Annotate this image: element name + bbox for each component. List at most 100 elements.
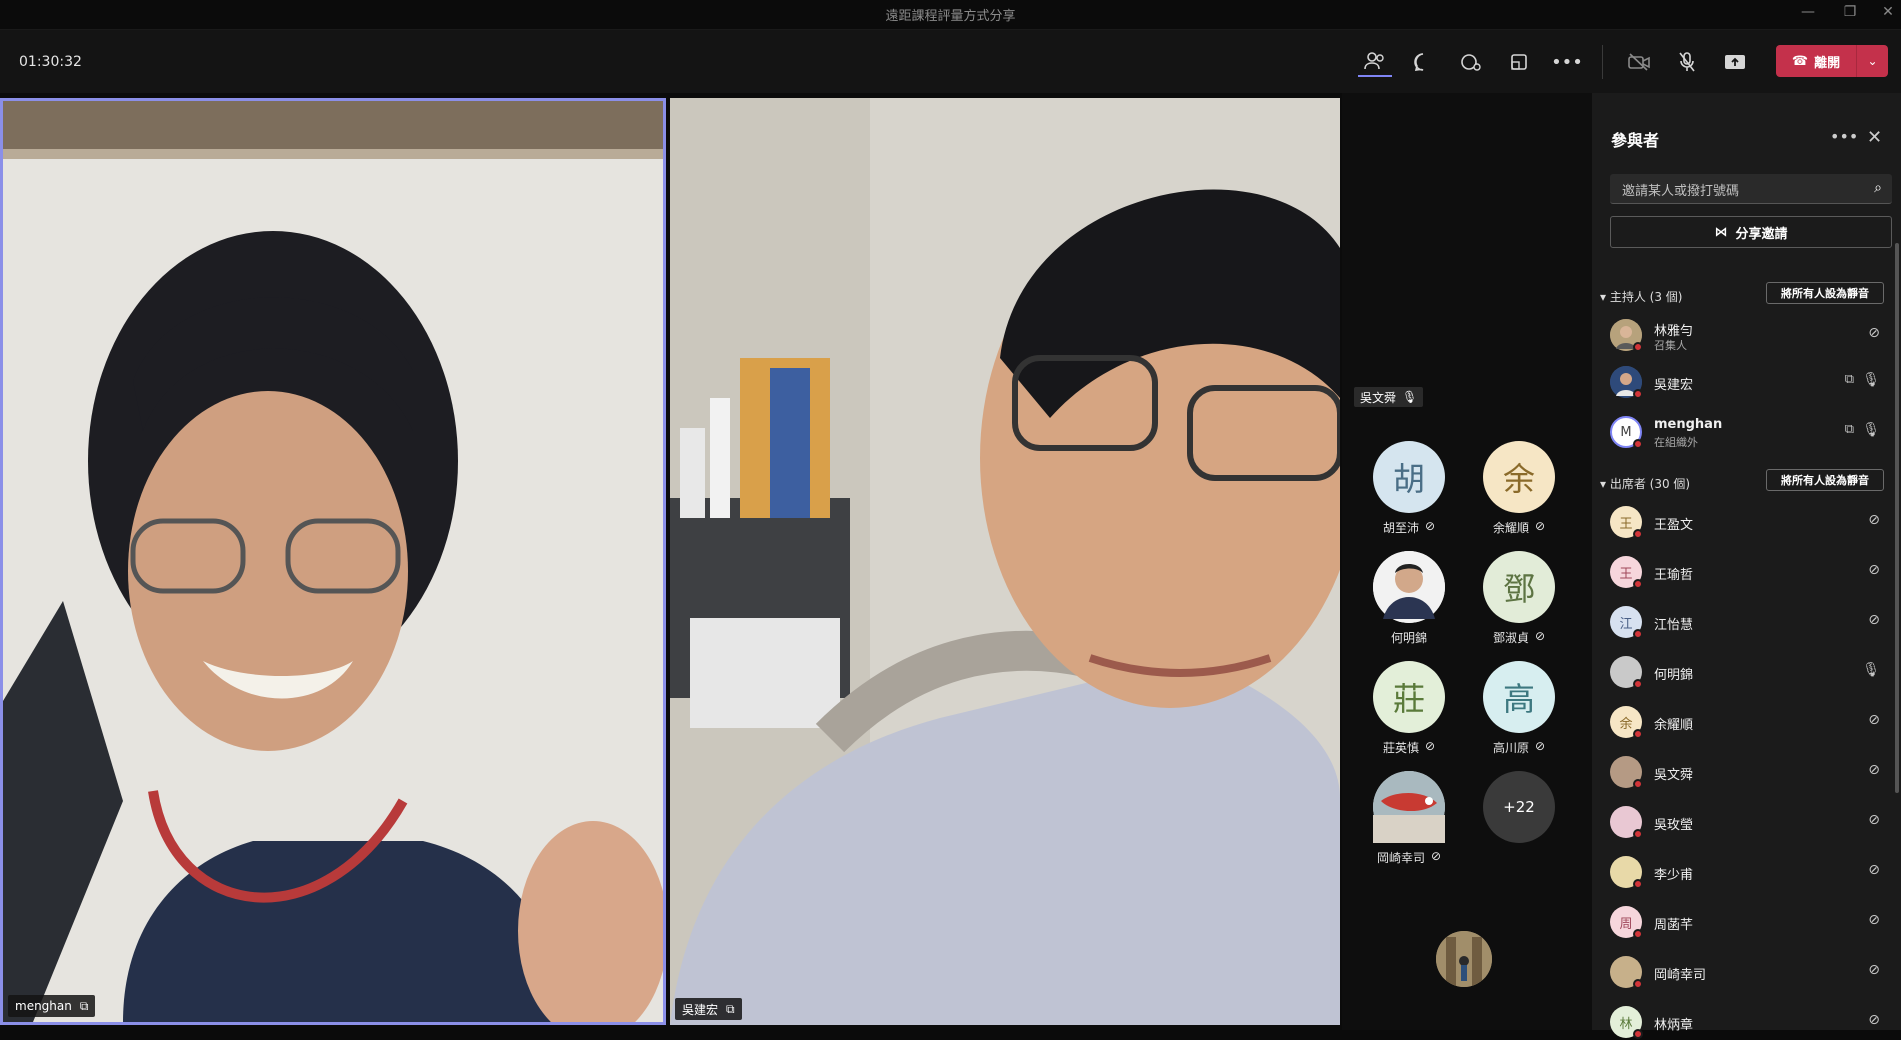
camera-off-icon[interactable] <box>1622 47 1656 77</box>
gallery-tile[interactable]: 高 高川原 ⊘ <box>1469 661 1569 756</box>
self-view-avatar[interactable] <box>1436 931 1492 987</box>
share-invite-button[interactable]: ⋈ 分享邀請 <box>1610 216 1892 248</box>
panel-title: 參與者 <box>1611 131 1660 150</box>
avatar: 高 <box>1483 661 1555 733</box>
overflow-count: +22 <box>1483 771 1555 843</box>
minimize-icon[interactable]: — <box>1793 4 1823 20</box>
mic-muted-icon[interactable]: ⊘ <box>1868 912 1880 928</box>
participant-name: 吳文舜 <box>1654 768 1694 783</box>
reactions-icon[interactable] <box>1454 47 1488 77</box>
participant-nametag: menghan ⧉ <box>8 995 96 1017</box>
participant-row[interactable]: 吳玫瑩 ⊘ <box>1610 804 1880 840</box>
spotlight-nametag: 吳文舜 🎙 <box>1354 387 1424 407</box>
mic-muted-icon[interactable]: ⊘ <box>1868 812 1880 828</box>
status-dot <box>1633 679 1643 689</box>
panel-close-icon[interactable]: ✕ <box>1867 127 1882 148</box>
attendees-label: 出席者 (30 個) <box>1609 477 1691 491</box>
tile-name: 何明錦 <box>1390 631 1427 645</box>
avatar-photo <box>1373 551 1445 623</box>
participant-name: menghan <box>15 999 72 1013</box>
mic-on-icon[interactable]: 🎙 <box>1862 662 1880 678</box>
spotlight-name: 吳文舜 <box>1360 390 1397 405</box>
mic-on-icon[interactable]: 🎙 <box>1862 422 1880 438</box>
participant-row[interactable]: 吳建宏 ⧉ 🎙 <box>1610 364 1880 400</box>
invite-search-input[interactable]: 邀請某人或撥打號碼 ⌕ <box>1610 174 1892 204</box>
tile-name: 岡崎幸司 <box>1376 851 1425 865</box>
leave-options-chevron-icon[interactable]: ⌄ <box>1856 45 1888 77</box>
share-label: 分享邀請 <box>1735 226 1788 242</box>
meeting-toolbar: 01:30:32 ••• ☎ 離開 ⌄ <box>0 30 1901 93</box>
attendees-section-header[interactable]: ▾ 出席者 (30 個) <box>1600 475 1690 492</box>
tile-name: 鄧淑貞 <box>1492 631 1529 645</box>
mic-on-icon[interactable]: 🎙 <box>1862 372 1880 388</box>
participant-row[interactable]: 李少甫 ⊘ <box>1610 854 1880 890</box>
mic-muted-icon[interactable]: ⊘ <box>1868 862 1880 878</box>
window-titlebar: 遠距課程評量方式分享 — ❐ ✕ <box>0 0 1901 30</box>
close-window-icon[interactable]: ✕ <box>1873 4 1901 20</box>
participant-row[interactable]: 余余耀順 ⊘ <box>1610 704 1880 740</box>
participant-row[interactable]: 岡崎幸司 ⊘ <box>1610 954 1880 990</box>
mic-muted-icon[interactable]: ⊘ <box>1868 325 1880 341</box>
status-dot <box>1633 1029 1643 1039</box>
participant-row[interactable]: 王王瑜哲 ⊘ <box>1610 554 1880 590</box>
mute-all-hosts-button[interactable]: 將所有人設為靜音 <box>1766 282 1884 304</box>
participant-name: 李少甫 <box>1654 868 1694 883</box>
mic-muted-icon[interactable]: ⊘ <box>1868 1012 1880 1028</box>
participant-nametag: 吳建宏 ⧉ <box>675 998 742 1020</box>
gallery-tile[interactable]: 莊 莊英慎 ⊘ <box>1359 661 1459 756</box>
gallery-tile[interactable]: 胡 胡至沛 ⊘ <box>1359 441 1459 536</box>
participant-row[interactable]: M menghan 在組織外 ⧉ 🎙 <box>1610 414 1880 450</box>
panel-scrollbar[interactable] <box>1895 243 1899 793</box>
gallery-tile[interactable]: 鄧 鄧淑貞 ⊘ <box>1469 551 1569 646</box>
participant-row[interactable]: 周周菡芊 ⊘ <box>1610 904 1880 940</box>
status-dot <box>1633 929 1643 939</box>
tile-name: 余耀順 <box>1492 521 1529 535</box>
hosts-section-header[interactable]: ▾ 主持人 (3 個) <box>1600 288 1682 305</box>
gallery-tile[interactable]: 余 余耀順 ⊘ <box>1469 441 1569 536</box>
gallery-tile[interactable]: 何明錦 <box>1359 551 1459 646</box>
participant-row[interactable]: 吳文舜 ⊘ <box>1610 754 1880 790</box>
mic-muted-icon[interactable]: ⊘ <box>1868 612 1880 628</box>
rooms-icon[interactable] <box>1502 47 1536 77</box>
restore-icon[interactable]: ❐ <box>1835 4 1865 20</box>
mic-muted-icon[interactable]: ⊘ <box>1868 762 1880 778</box>
participant-name: 江怡慧 <box>1654 618 1694 633</box>
search-icon: ⌕ <box>1874 180 1882 196</box>
status-dot <box>1633 439 1643 449</box>
mic-off-icon[interactable] <box>1670 47 1704 77</box>
presenter-icon: ⧉ <box>726 1001 735 1016</box>
more-actions-icon[interactable]: ••• <box>1550 47 1584 77</box>
video-tile-menghan[interactable]: menghan ⧉ <box>0 98 666 1025</box>
participant-row[interactable]: 林雅勻 召集人 ⊘ <box>1610 317 1880 353</box>
video-feed-image <box>3 101 663 1022</box>
participants-icon[interactable] <box>1358 47 1392 77</box>
more-participants-tile[interactable]: +22 <box>1469 771 1569 843</box>
share-screen-icon[interactable] <box>1718 47 1752 77</box>
participant-name: 吳玫瑩 <box>1654 818 1694 833</box>
participant-row[interactable]: 林林炳章 ⊘ <box>1610 1004 1880 1040</box>
gallery-tile[interactable]: 岡崎幸司 ⊘ <box>1359 771 1459 866</box>
mic-muted-icon: ⊘ <box>1430 849 1442 863</box>
participant-row[interactable]: 何明錦 🎙 <box>1610 654 1880 690</box>
leave-label: 離開 <box>1814 55 1841 71</box>
mute-all-attendees-button[interactable]: 將所有人設為靜音 <box>1766 469 1884 491</box>
video-tile-wu-jianhong[interactable]: 吳建宏 ⧉ <box>670 98 1340 1025</box>
participant-row[interactable]: 江江怡慧 ⊘ <box>1610 604 1880 640</box>
toolbar-divider <box>1602 45 1603 79</box>
chat-icon[interactable] <box>1406 47 1440 77</box>
tile-name: 胡至沛 <box>1382 521 1419 535</box>
presenter-icon: ⧉ <box>1844 372 1854 387</box>
mic-muted-icon[interactable]: ⊘ <box>1868 962 1880 978</box>
mic-muted-icon[interactable]: ⊘ <box>1868 712 1880 728</box>
participant-org-note: 在組織外 <box>1654 436 1698 449</box>
mic-muted-icon[interactable]: ⊘ <box>1868 562 1880 578</box>
participant-name: 何明錦 <box>1654 668 1694 683</box>
participant-row[interactable]: 王王盈文 ⊘ <box>1610 504 1880 540</box>
participant-name: 王瑜哲 <box>1654 568 1694 583</box>
participant-name: 周菡芊 <box>1654 918 1694 933</box>
status-dot <box>1633 579 1643 589</box>
panel-more-icon[interactable]: ••• <box>1830 127 1858 146</box>
leave-button[interactable]: ☎ 離開 ⌄ <box>1776 45 1888 77</box>
hosts-label: 主持人 (3 個) <box>1609 290 1683 304</box>
mic-muted-icon[interactable]: ⊘ <box>1868 512 1880 528</box>
